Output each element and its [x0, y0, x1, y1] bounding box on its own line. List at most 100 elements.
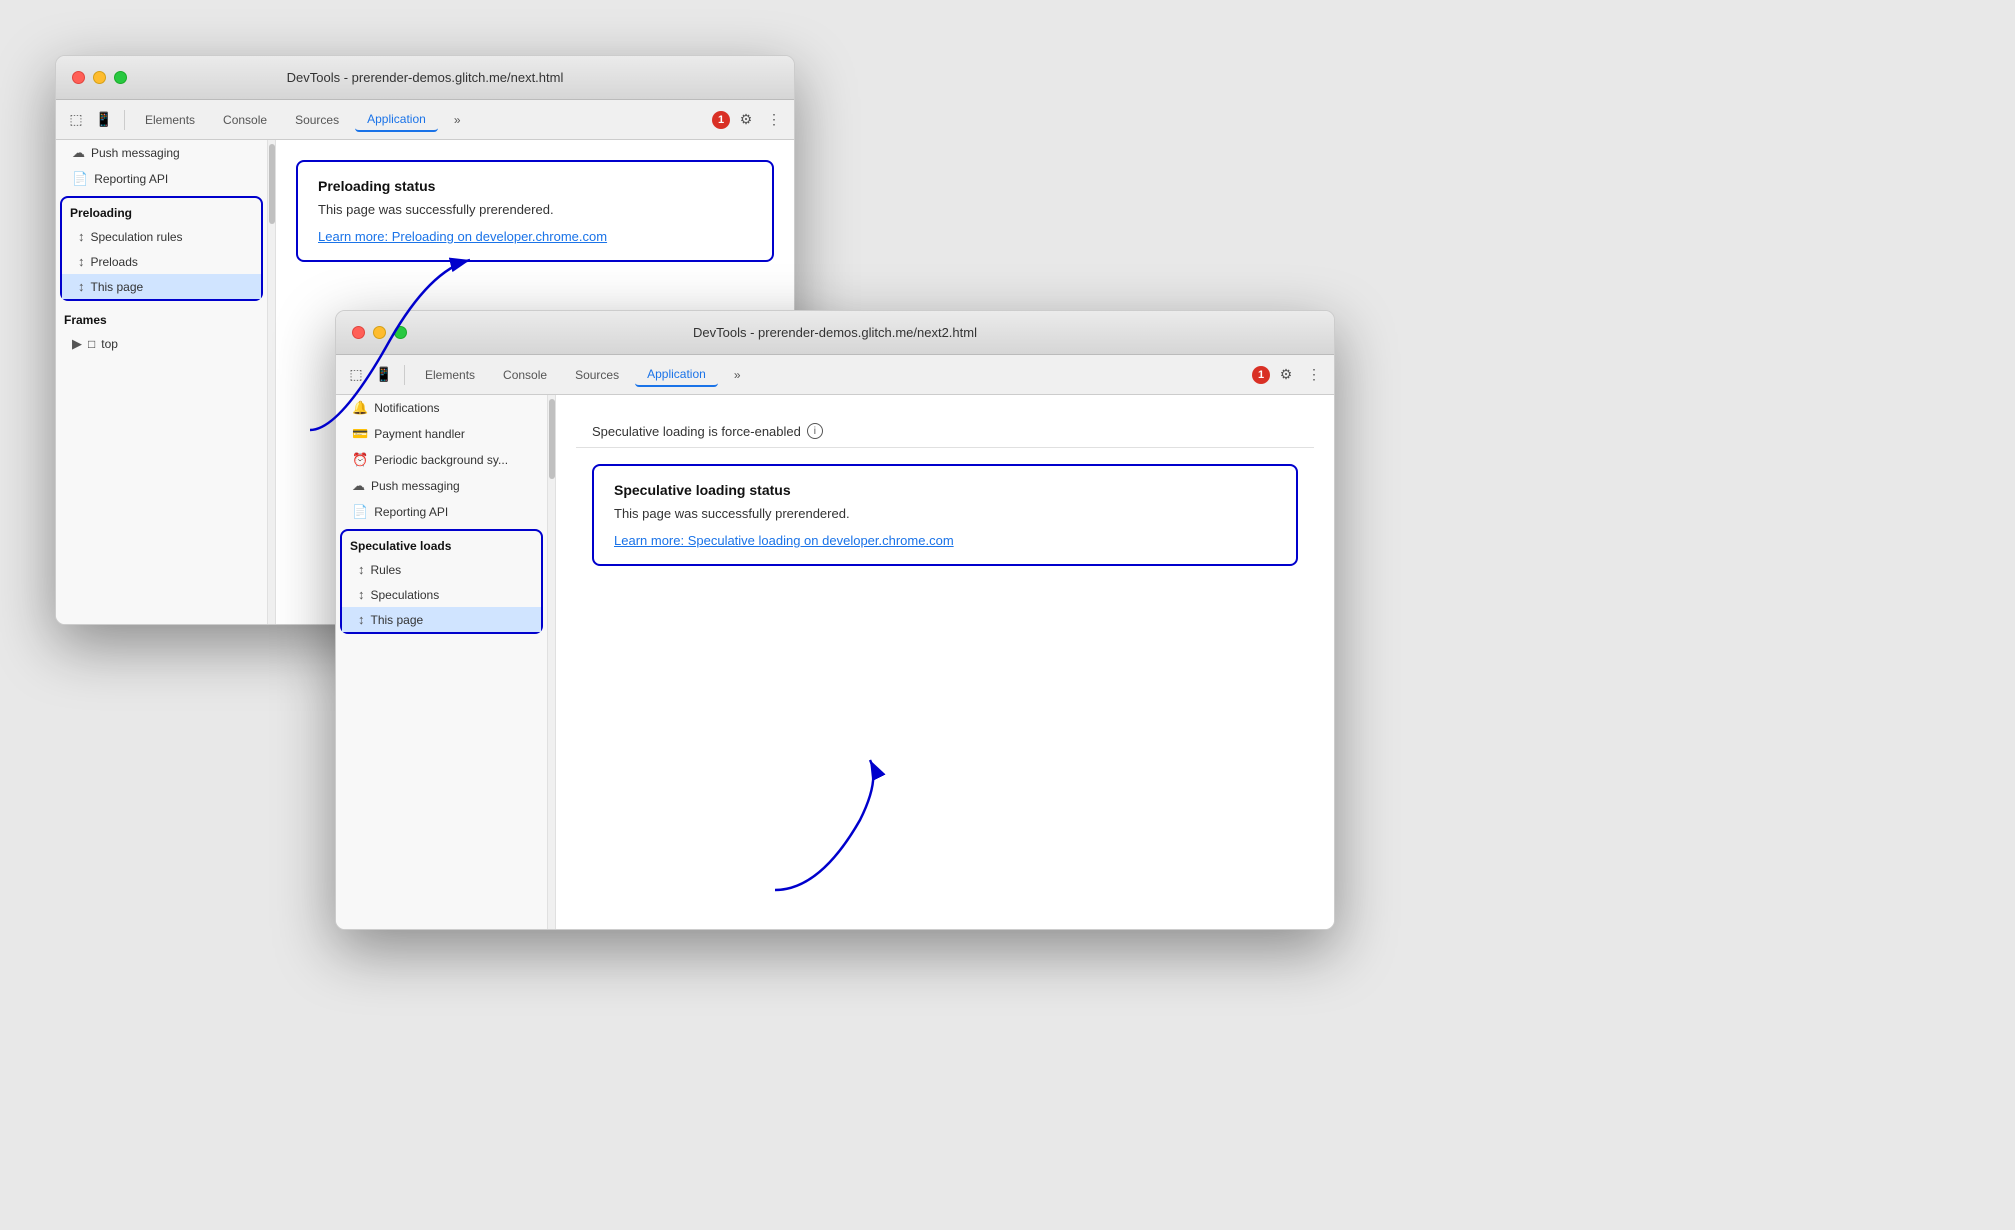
error-count-2: 1	[1252, 366, 1270, 384]
speculative-loads-section-2: Speculative loads ↕ Rules ↕ Speculations…	[340, 529, 543, 634]
tab-sources-1[interactable]: Sources	[283, 109, 351, 131]
speculative-status-box-2: Speculative loading status This page was…	[592, 464, 1298, 566]
frames-header-1: Frames	[56, 305, 267, 331]
tab-console-1[interactable]: Console	[211, 109, 279, 131]
devtools-body-2: 🔔 Notifications 💳 Payment handler ⏰ Peri…	[336, 395, 1334, 929]
preloading-header-1: Preloading	[62, 198, 261, 224]
info-icon-2: i	[807, 423, 823, 439]
sidebar-label-this-page-1: This page	[91, 280, 144, 294]
sidebar-item-speculations-2[interactable]: ↕ Speculations	[342, 582, 541, 607]
toolbar-1: ⬚ 📱 Elements Console Sources Application…	[56, 100, 794, 140]
cloud-icon-1: ☁	[72, 145, 85, 161]
doc-icon-1: 📄	[72, 171, 88, 187]
tab-console-2[interactable]: Console	[491, 364, 559, 386]
sidebar-label-push-messaging-1: Push messaging	[91, 146, 180, 160]
sidebar-item-periodic-2[interactable]: ⏰ Periodic background sy...	[336, 447, 547, 473]
sidebar-1: ☁ Push messaging 📄 Reporting API Preload…	[56, 140, 276, 624]
sidebar-scroll-1: ☁ Push messaging 📄 Reporting API Preload…	[56, 140, 275, 624]
sidebar-item-payment-2[interactable]: 💳 Payment handler	[336, 421, 547, 447]
preloading-section-1: Preloading ↕ Speculation rules ↕ Preload…	[60, 196, 263, 301]
sidebar-scroll-2: 🔔 Notifications 💳 Payment handler ⏰ Peri…	[336, 395, 555, 929]
maximize-button-1[interactable]	[114, 71, 127, 84]
close-button-1[interactable]	[72, 71, 85, 84]
inspect-icon-2[interactable]: ⬚	[344, 363, 368, 387]
sidebar-item-speculation-rules-1[interactable]: ↕ Speculation rules	[62, 224, 261, 249]
sidebar-item-this-page-2[interactable]: ↕ This page	[342, 607, 541, 632]
minimize-button-1[interactable]	[93, 71, 106, 84]
sidebar-label-this-page-2: This page	[371, 613, 424, 627]
scrollbar-1[interactable]	[267, 140, 275, 624]
tab-more-2[interactable]: »	[722, 364, 753, 386]
title-bar-2: DevTools - prerender-demos.glitch.me/nex…	[336, 311, 1334, 355]
arrows-icon-pl-1: ↕	[78, 254, 85, 269]
speculative-bar-2: Speculative loading is force-enabled i	[576, 415, 1314, 448]
settings-icon-2[interactable]: ⚙	[1274, 363, 1298, 387]
window-buttons-1	[72, 71, 127, 84]
sidebar-item-top-1[interactable]: ▶ □ top	[56, 331, 267, 357]
status-box-text-2: This page was successfully prerendered.	[614, 506, 1276, 521]
arrows-icon-tp-2: ↕	[358, 612, 365, 627]
sidebar-item-reporting-1[interactable]: 📄 Reporting API	[56, 166, 267, 192]
toolbar-sep-1	[124, 110, 125, 130]
cloud-icon-2: ☁	[352, 478, 365, 494]
sidebar-item-notifications-2[interactable]: 🔔 Notifications	[336, 395, 547, 421]
window-buttons-2	[352, 326, 407, 339]
more-icon-1[interactable]: ⋮	[762, 108, 786, 132]
device-icon[interactable]: 📱	[92, 108, 116, 132]
sidebar-label-push-2: Push messaging	[371, 479, 460, 493]
inspect-icon[interactable]: ⬚	[64, 108, 88, 132]
tab-sources-2[interactable]: Sources	[563, 364, 631, 386]
toolbar-sep-2	[404, 365, 405, 385]
sidebar-label-notifications-2: Notifications	[374, 401, 439, 415]
arrows-icon-spec-2: ↕	[358, 587, 365, 602]
sidebar-item-this-page-1[interactable]: ↕ This page	[62, 274, 261, 299]
more-icon-2[interactable]: ⋮	[1302, 363, 1326, 387]
sidebar-item-rules-2[interactable]: ↕ Rules	[342, 557, 541, 582]
speculative-loads-header-2: Speculative loads	[342, 531, 541, 557]
arrows-icon-rules-2: ↕	[358, 562, 365, 577]
sidebar-item-reporting-2[interactable]: 📄 Reporting API	[336, 499, 547, 525]
error-badge-1: 1	[712, 111, 730, 129]
sidebar-list-1: ☁ Push messaging 📄 Reporting API Preload…	[56, 140, 267, 624]
clock-icon-2: ⏰	[352, 452, 368, 468]
sidebar-item-push-messaging-1[interactable]: ☁ Push messaging	[56, 140, 267, 166]
scrollbar-thumb-1	[269, 144, 275, 224]
toolbar-2: ⬚ 📱 Elements Console Sources Application…	[336, 355, 1334, 395]
arrows-icon-tp-1: ↕	[78, 279, 85, 294]
preloading-status-box-1: Preloading status This page was successf…	[296, 160, 774, 262]
sidebar-item-push-2[interactable]: ☁ Push messaging	[336, 473, 547, 499]
status-box-link-2[interactable]: Learn more: Speculative loading on devel…	[614, 533, 1276, 548]
sidebar-label-top-text-1: top	[101, 337, 118, 351]
sidebar-label-speculations-2: Speculations	[371, 588, 440, 602]
tab-elements-2[interactable]: Elements	[413, 364, 487, 386]
main-content-2: Speculative loading is force-enabled i S…	[556, 395, 1334, 929]
card-icon-2: 💳	[352, 426, 368, 442]
arrows-icon-sr-1: ↕	[78, 229, 85, 244]
tab-elements-1[interactable]: Elements	[133, 109, 207, 131]
status-box-link-1[interactable]: Learn more: Preloading on developer.chro…	[318, 229, 752, 244]
sidebar-label-payment-2: Payment handler	[374, 427, 465, 441]
scrollbar-2[interactable]	[547, 395, 555, 929]
sidebar-label-reporting-1: Reporting API	[94, 172, 168, 186]
sidebar-label-preloads-1: Preloads	[91, 255, 138, 269]
maximize-button-2[interactable]	[394, 326, 407, 339]
sidebar-label-reporting-2: Reporting API	[374, 505, 448, 519]
doc-icon-2: 📄	[352, 504, 368, 520]
sidebar-label-periodic-2: Periodic background sy...	[374, 453, 508, 467]
devtools-window-2: DevTools - prerender-demos.glitch.me/nex…	[335, 310, 1335, 930]
sidebar-label-top-1: □	[88, 337, 95, 351]
tab-application-1[interactable]: Application	[355, 108, 438, 132]
sidebar-item-preloads-1[interactable]: ↕ Preloads	[62, 249, 261, 274]
scrollbar-thumb-2	[549, 399, 555, 479]
minimize-button-2[interactable]	[373, 326, 386, 339]
device-icon-2[interactable]: 📱	[372, 363, 396, 387]
error-count-1: 1	[712, 111, 730, 129]
tab-application-2[interactable]: Application	[635, 363, 718, 387]
tab-more-1[interactable]: »	[442, 109, 473, 131]
status-box-title-1: Preloading status	[318, 178, 752, 194]
force-enabled-text-2: Speculative loading is force-enabled	[592, 424, 801, 439]
chevron-icon-top-1: ▶	[72, 336, 82, 352]
status-box-text-1: This page was successfully prerendered.	[318, 202, 752, 217]
close-button-2[interactable]	[352, 326, 365, 339]
settings-icon-1[interactable]: ⚙	[734, 108, 758, 132]
